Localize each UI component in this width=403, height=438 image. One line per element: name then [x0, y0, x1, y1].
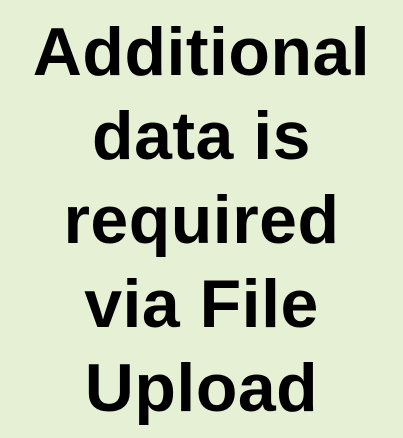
- upload-required-message: Additional data is required via File Upl…: [6, 10, 397, 430]
- message-line-5: Upload: [84, 350, 319, 426]
- message-line-2: data is: [92, 98, 311, 174]
- upload-notice-panel: Additional data is required via File Upl…: [0, 0, 403, 438]
- message-line-1: Additional: [32, 14, 371, 90]
- message-line-3: required: [63, 182, 340, 258]
- message-line-4: via File: [84, 266, 319, 342]
